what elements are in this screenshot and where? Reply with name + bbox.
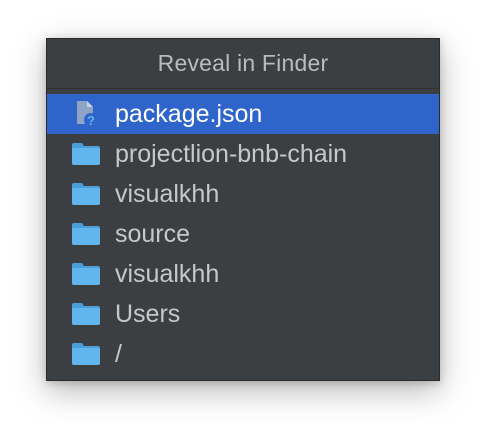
list-item-folder[interactable]: source <box>47 214 439 254</box>
list-item-label: visualkhh <box>115 179 220 208</box>
folder-icon <box>71 301 101 327</box>
list-item-label: package.json <box>115 99 263 128</box>
path-list: ? package.json projectlion-bnb-chain vis… <box>47 89 439 374</box>
list-item-label: / <box>115 339 122 368</box>
list-item-label: source <box>115 219 191 248</box>
list-item-label: projectlion-bnb-chain <box>115 139 348 168</box>
unknown-file-icon: ? <box>71 101 101 128</box>
list-item-folder[interactable]: visualkhh <box>47 174 439 214</box>
list-item-folder[interactable]: visualkhh <box>47 254 439 294</box>
list-item-package-json[interactable]: ? package.json <box>47 94 439 134</box>
folder-icon <box>71 341 101 367</box>
svg-text:?: ? <box>87 113 95 128</box>
folder-icon <box>71 181 101 207</box>
popup-header: Reveal in Finder <box>47 39 439 89</box>
list-item-label: visualkhh <box>115 259 220 288</box>
popup-title: Reveal in Finder <box>157 50 329 76</box>
folder-icon <box>71 221 101 247</box>
reveal-in-finder-popup: Reveal in Finder ? package.json projectl… <box>46 38 440 381</box>
list-item-folder[interactable]: Users <box>47 294 439 334</box>
folder-icon <box>71 261 101 287</box>
list-item-label: Users <box>115 299 181 328</box>
list-item-folder[interactable]: projectlion-bnb-chain <box>47 134 439 174</box>
folder-icon <box>71 141 101 167</box>
list-item-folder[interactable]: / <box>47 334 439 374</box>
